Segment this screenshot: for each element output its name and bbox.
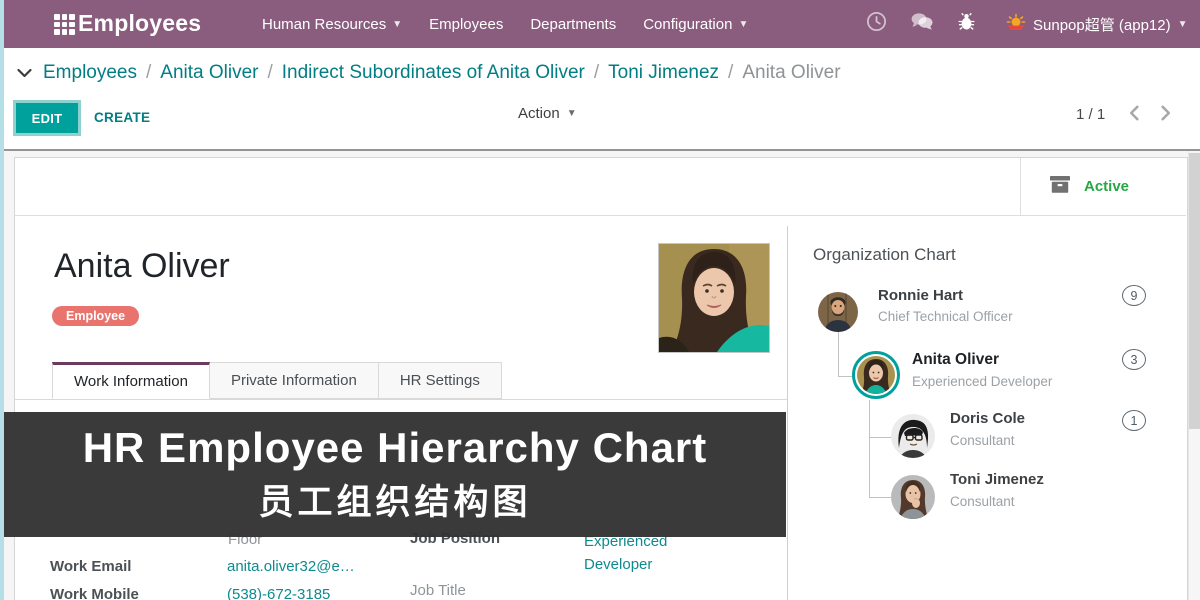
menu-configuration[interactable]: Configuration▼ <box>643 16 748 33</box>
menu-departments[interactable]: Departments <box>530 16 616 33</box>
chevron-down-icon: ▼ <box>567 108 577 119</box>
chevron-down-icon: ▼ <box>738 19 748 30</box>
user-menu[interactable]: Sunpop超管 (app12) ▼ <box>1006 0 1188 48</box>
orgchart-title: Organization Chart <box>813 245 956 265</box>
employee-type-badge: Employee <box>52 306 139 326</box>
chevron-down-icon: ▼ <box>1178 19 1188 30</box>
top-menu: Human Resources▼ Employees Departments C… <box>262 0 748 48</box>
work-email-label: Work Email <box>50 558 131 575</box>
avatar-toni-jimenez[interactable] <box>891 475 935 519</box>
org-person-name[interactable]: Anita Oliver <box>912 351 999 369</box>
avatar-doris-cole[interactable] <box>891 414 935 458</box>
org-person-title: Consultant <box>950 433 1015 448</box>
action-dropdown[interactable]: Action ▼ <box>518 105 577 122</box>
org-person-name[interactable]: Ronnie Hart <box>878 287 963 304</box>
breadcrumb-separator: / <box>146 62 151 84</box>
work-email-value[interactable]: anita.oliver32@e… <box>227 558 355 575</box>
breadcrumb-separator: / <box>267 62 272 84</box>
messages-icon[interactable] <box>910 12 934 36</box>
menu-employees[interactable]: Employees <box>429 16 503 33</box>
apps-grid-icon[interactable] <box>54 14 75 35</box>
org-connector <box>838 332 853 377</box>
tab-private-information[interactable]: Private Information <box>210 362 379 399</box>
job-title-label: Job Title <box>410 582 466 599</box>
orgchart-divider <box>787 226 788 600</box>
breadcrumb-current: Anita Oliver <box>742 62 840 84</box>
top-navbar: Employees Human Resources▼ Employees Dep… <box>0 0 1200 48</box>
active-stat-button[interactable]: Active <box>1020 158 1186 215</box>
org-person-title: Experienced Developer <box>912 374 1052 389</box>
activities-clock-icon[interactable] <box>866 11 887 37</box>
notebook-tabs: Work Information Private Information HR … <box>52 362 502 399</box>
app-title[interactable]: Employees <box>78 10 201 37</box>
banner-title: HR Employee Hierarchy Chart <box>83 424 708 472</box>
work-mobile-label: Work Mobile <box>50 586 139 600</box>
org-subordinate-count[interactable]: 3 <box>1122 349 1146 370</box>
org-connector <box>869 400 892 438</box>
breadcrumb-separator: / <box>594 62 599 84</box>
org-person-title: Chief Technical Officer <box>878 309 1013 324</box>
user-name: Sunpop超管 (app12) <box>1033 14 1171 35</box>
tabs-baseline <box>15 399 787 400</box>
breadcrumb-separator: / <box>728 62 733 84</box>
tab-work-information[interactable]: Work Information <box>52 362 210 399</box>
create-button[interactable]: CREATE <box>94 110 150 125</box>
pager-count: 1 / 1 <box>1076 106 1105 123</box>
org-subordinate-count[interactable]: 1 <box>1122 410 1146 431</box>
avatar-ronnie-hart[interactable] <box>818 292 858 332</box>
chevron-down-icon: ▼ <box>392 19 402 30</box>
pager-prev-icon[interactable] <box>1126 104 1142 127</box>
scrollbar-thumb[interactable] <box>1189 153 1200 429</box>
breadcrumb: Employees / Anita Oliver / Indirect Subo… <box>16 62 841 84</box>
breadcrumb-link[interactable]: Indirect Subordinates of Anita Oliver <box>282 62 585 84</box>
menu-human-resources[interactable]: Human Resources▼ <box>262 16 402 33</box>
left-edge-strip <box>0 0 4 600</box>
org-person-title: Consultant <box>950 494 1015 509</box>
pager-next-icon[interactable] <box>1158 104 1174 127</box>
debug-bug-icon[interactable] <box>957 12 976 36</box>
employees-app-window: Employees Human Resources▼ Employees Dep… <box>0 0 1200 600</box>
breadcrumb-link[interactable]: Anita Oliver <box>160 62 258 84</box>
edit-button[interactable]: EDIT <box>16 103 78 133</box>
org-connector <box>869 437 870 498</box>
employee-name-title: Anita Oliver <box>54 247 230 286</box>
banner-subtitle: 员工组织结构图 <box>258 474 531 525</box>
hierarchy-banner: HR Employee Hierarchy Chart 员工组织结构图 <box>4 412 786 537</box>
statusbar-divider <box>14 215 1186 216</box>
collapse-chevron-icon[interactable] <box>16 66 33 84</box>
org-subordinate-count[interactable]: 9 <box>1122 285 1146 306</box>
avatar-anita-oliver[interactable] <box>852 351 900 399</box>
org-person-name[interactable]: Doris Cole <box>950 410 1025 427</box>
archive-box-icon <box>1049 175 1071 199</box>
company-sun-logo-icon <box>1006 13 1026 35</box>
org-person-name[interactable]: Toni Jimenez <box>950 471 1044 488</box>
breadcrumb-link[interactable]: Toni Jimenez <box>608 62 719 84</box>
org-connector <box>869 497 891 498</box>
active-label: Active <box>1084 178 1129 195</box>
topbar-icons <box>866 0 976 48</box>
employee-photo[interactable] <box>658 243 770 353</box>
breadcrumb-link[interactable]: Employees <box>43 62 137 84</box>
tab-hr-settings[interactable]: HR Settings <box>379 362 502 399</box>
work-mobile-value[interactable]: (538)-672-3185 <box>227 586 330 600</box>
